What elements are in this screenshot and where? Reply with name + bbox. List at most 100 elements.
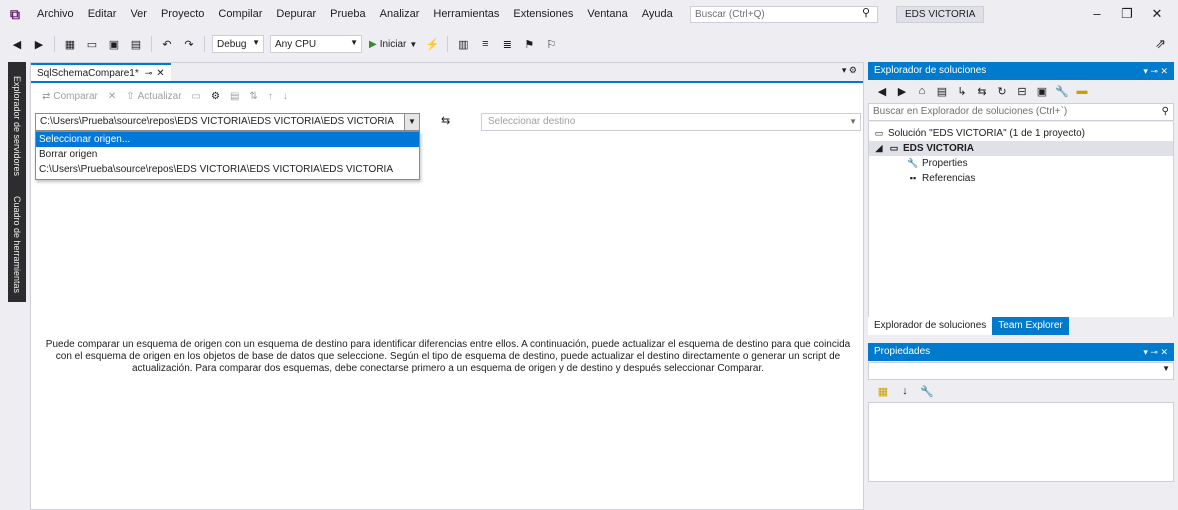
tab-toolbox[interactable]: Cuadro de herramientas (8, 190, 26, 300)
configuration-select[interactable]: Debug ▼ (212, 35, 264, 53)
tab-server-explorer[interactable]: Explorador de servidores (8, 66, 26, 186)
chevron-down-icon: ▼ (849, 117, 857, 126)
schema-compare-document: SqlSchemaCompare1* ⊸ ✕ ▾ ⚙ ⇄ Comparar ✕ … (30, 62, 864, 510)
forward-icon[interactable]: ▶ (894, 83, 910, 99)
show-all-files-icon[interactable]: ▣ (1034, 83, 1050, 99)
pending-changes-icon[interactable]: ↳ (954, 83, 970, 99)
search-placeholder: Buscar (Ctrl+Q) (695, 9, 765, 20)
tree-label: Solución "EDS VICTORIA" (1 de 1 proyecto… (888, 128, 1085, 139)
forward-icon[interactable]: ▶ (31, 36, 47, 52)
maximize-icon[interactable]: ❐ (1112, 4, 1142, 24)
preview-icon[interactable]: ▬ (1074, 83, 1090, 99)
next-bookmark-icon[interactable]: ⚐ (543, 36, 559, 52)
solution-search-input[interactable]: Buscar en Explorador de soluciones (Ctrl… (868, 103, 1174, 121)
update-button[interactable]: ⇧ Actualizar (126, 91, 181, 102)
properties-grid (868, 402, 1174, 482)
minimize-icon[interactable]: – (1082, 4, 1112, 24)
search-icon[interactable]: ⚲ (1162, 104, 1169, 120)
alphabetical-icon[interactable]: ↓ (897, 383, 913, 399)
chevron-down-icon: ▼ (252, 38, 260, 47)
collapse-all-icon[interactable]: ⊟ (1014, 83, 1030, 99)
redo-icon[interactable]: ↷ (181, 36, 197, 52)
home-icon[interactable]: ⌂ (914, 83, 930, 99)
panel-controls-icon[interactable]: ▾ ⊸ ✕ (1143, 343, 1168, 361)
panel-controls-icon[interactable]: ▾ ⊸ ✕ (1143, 62, 1168, 80)
tab-accent-line (31, 81, 863, 83)
options-icon[interactable]: ⚙ (211, 91, 220, 102)
undo-icon[interactable]: ↶ (159, 36, 175, 52)
solution-explorer-tabs: Explorador de soluciones Team Explorer (868, 317, 1174, 335)
tree-item-references[interactable]: ▪▪ Referencias (869, 171, 1173, 186)
play-icon: ▶ (369, 38, 377, 50)
menu-editar[interactable]: Editar (81, 0, 124, 28)
tree-item-project[interactable]: ◢ ▭ EDS VICTORIA (869, 141, 1173, 156)
properties-object-select[interactable]: ▼ (868, 362, 1174, 380)
document-tab-strip: SqlSchemaCompare1* ⊸ ✕ ▾ ⚙ (31, 63, 863, 81)
tab-team-explorer[interactable]: Team Explorer (992, 317, 1069, 335)
dropdown-item-select-source[interactable]: Seleccionar origen... (36, 132, 419, 147)
tree-item-solution[interactable]: ▭ Solución "EDS VICTORIA" (1 de 1 proyec… (869, 126, 1173, 141)
switch-views-icon[interactable]: ▤ (934, 83, 950, 99)
chevron-down-icon: ▼ (409, 39, 418, 49)
filter-icon[interactable]: ⇅ (249, 91, 257, 102)
group-by-icon[interactable]: ▤ (230, 91, 239, 102)
menu-analizar[interactable]: Analizar (373, 0, 427, 28)
generate-script-icon[interactable]: ▭ (192, 91, 201, 102)
categorized-icon[interactable]: ▦ (875, 383, 891, 399)
menu-extensiones[interactable]: Extensiones (506, 0, 580, 28)
menu-archivo[interactable]: Archivo (30, 0, 81, 28)
refresh-icon[interactable]: ↻ (994, 83, 1010, 99)
title-bar: ⧉ Archivo Editar Ver Proyecto Compilar D… (0, 0, 1178, 28)
save-icon[interactable]: ▣ (106, 36, 122, 52)
toolbar-separator (204, 36, 205, 52)
layout-icon[interactable]: ▥ (455, 36, 471, 52)
tree-item-properties[interactable]: 🔧 Properties (869, 156, 1173, 171)
menu-proyecto[interactable]: Proyecto (154, 0, 211, 28)
property-pages-icon[interactable]: 🔧 (919, 383, 935, 399)
menu-ver[interactable]: Ver (123, 0, 154, 28)
menu-depurar[interactable]: Depurar (269, 0, 323, 28)
tab-list-icon[interactable]: ▾ ⚙ (842, 65, 857, 76)
back-icon[interactable]: ◀ (874, 83, 890, 99)
close-icon[interactable]: ✕ (1142, 4, 1172, 24)
compare-button[interactable]: ⇄ Comparar (42, 91, 98, 102)
tab-solution-explorer[interactable]: Explorador de soluciones (868, 317, 993, 335)
swap-icon[interactable]: ⇆ (441, 114, 450, 127)
source-select[interactable]: C:\Users\Prueba\source\repos\EDS VICTORI… (35, 113, 420, 131)
new-project-icon[interactable]: ▦ (62, 36, 78, 52)
dropdown-item-clear-source[interactable]: Borrar origen (36, 147, 419, 162)
solution-search-placeholder: Buscar en Explorador de soluciones (Ctrl… (873, 106, 1068, 117)
menu-ventana[interactable]: Ventana (580, 0, 634, 28)
sync-icon[interactable]: ⇆ (974, 83, 990, 99)
menu-prueba[interactable]: Prueba (323, 0, 372, 28)
menu-herramientas[interactable]: Herramientas (426, 0, 506, 28)
chevron-down-icon[interactable]: ▼ (404, 113, 420, 131)
hot-reload-icon[interactable]: ⚡ (424, 36, 440, 52)
platform-select[interactable]: Any CPU ▼ (270, 35, 362, 53)
tree-label: EDS VICTORIA (903, 143, 974, 154)
tab-schema-compare[interactable]: SqlSchemaCompare1* ⊸ ✕ (31, 63, 171, 81)
next-change-icon[interactable]: ↓ (283, 91, 288, 102)
start-button[interactable]: ▶ Iniciar ▼ (369, 39, 417, 50)
pin-icon[interactable]: ⊸ (145, 68, 153, 79)
live-share-icon[interactable]: ⇗ (1155, 36, 1166, 52)
open-file-icon[interactable]: ▭ (84, 36, 100, 52)
solution-icon: ▭ (874, 128, 884, 138)
back-icon[interactable]: ◀ (9, 36, 25, 52)
previous-change-icon[interactable]: ↑ (268, 91, 273, 102)
toolbar-separator (151, 36, 152, 52)
close-tab-icon[interactable]: ✕ (156, 68, 164, 79)
uncomment-icon[interactable]: ≣ (499, 36, 515, 52)
search-input[interactable]: Buscar (Ctrl+Q) (690, 6, 878, 23)
bookmark-icon[interactable]: ⚑ (521, 36, 537, 52)
dropdown-item-recent-source[interactable]: C:\Users\Prueba\source\repos\EDS VICTORI… (36, 162, 419, 177)
menu-ayuda[interactable]: Ayuda (635, 0, 680, 28)
comment-icon[interactable]: ≡ (477, 36, 493, 52)
save-all-icon[interactable]: ▤ (128, 36, 144, 52)
stop-icon[interactable]: ✕ (108, 91, 116, 102)
properties-wrench-icon[interactable]: 🔧 (1054, 83, 1070, 99)
target-select[interactable]: Seleccionar destino ▼ (481, 113, 861, 131)
expand-arrow-icon[interactable]: ◢ (873, 141, 885, 156)
tab-title: SqlSchemaCompare1* (37, 67, 139, 79)
menu-compilar[interactable]: Compilar (211, 0, 269, 28)
